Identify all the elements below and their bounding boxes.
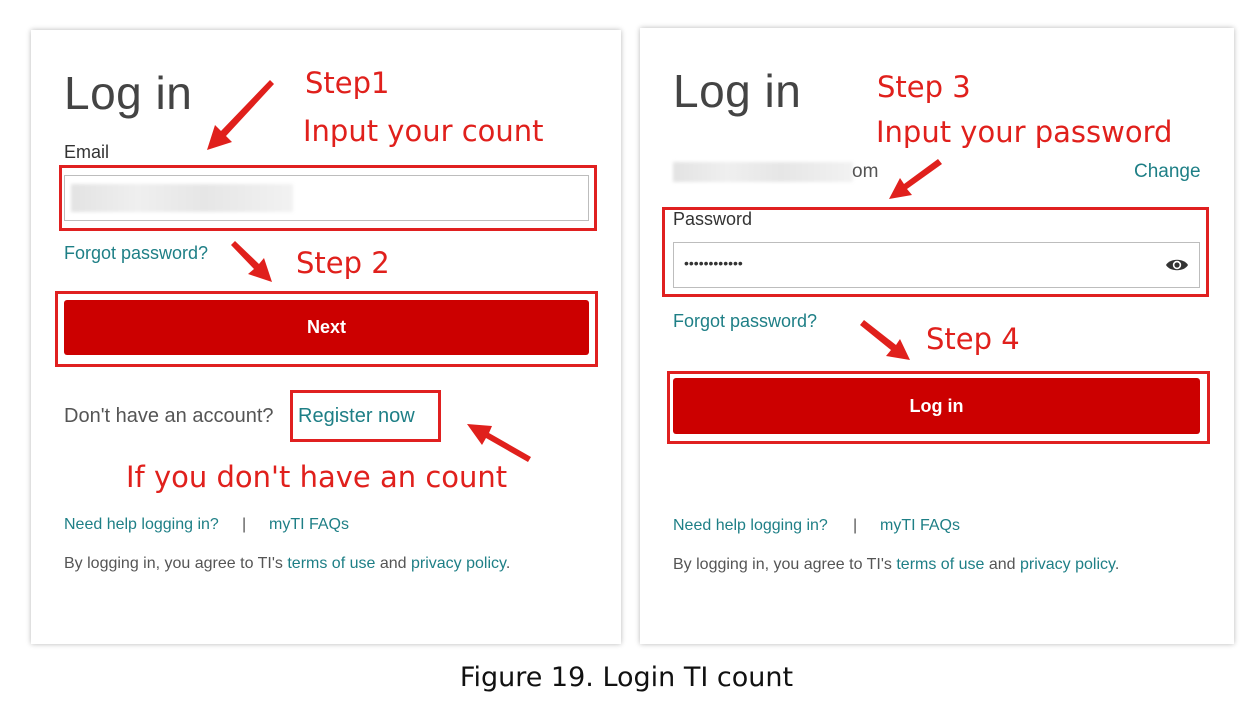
annotation-arrows [207,80,942,462]
figure-caption: Figure 19. Login TI count [459,662,794,693]
register-arrow [467,424,531,462]
step3-arrow [889,159,942,199]
step4-arrow [860,320,910,360]
step1-arrow [207,80,274,150]
step2-arrow [231,241,272,282]
